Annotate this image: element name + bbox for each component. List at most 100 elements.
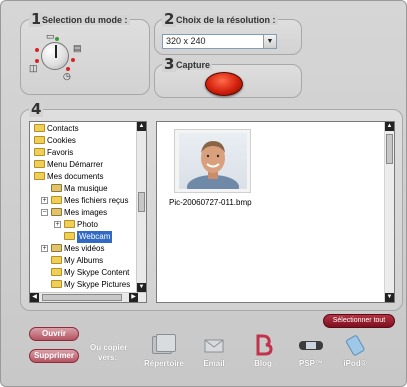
- scroll-up-icon[interactable]: ▲: [137, 122, 146, 131]
- collapse-icon[interactable]: −: [41, 209, 48, 216]
- copy-to-email-button[interactable]: Email: [189, 334, 239, 368]
- folder-tree-list: Contacts Cookies Favoris Menu Démarrer M…: [30, 122, 137, 292]
- capture-title: Capture: [174, 60, 213, 70]
- copy-to-ipod-button[interactable]: iPod®: [330, 334, 380, 368]
- scroll-thumb[interactable]: [386, 134, 393, 164]
- folder-open-icon: [64, 232, 75, 240]
- copy-to-label: Ou copier vers:: [84, 343, 144, 363]
- music-folder-icon: [51, 184, 62, 192]
- folder-tree[interactable]: Contacts Cookies Favoris Menu Démarrer M…: [29, 121, 147, 303]
- scroll-right-icon[interactable]: ▶: [129, 293, 138, 302]
- tree-item-label: Menu Démarrer: [47, 160, 104, 169]
- thumbnail-filename: Pic-20060727-011.bmp: [169, 198, 252, 207]
- expand-icon[interactable]: +: [54, 221, 61, 228]
- resolution-value: 320 x 240: [166, 36, 206, 46]
- copy-to-label-line2: vers:: [98, 353, 118, 362]
- tree-item-label: Favoris: [47, 148, 74, 157]
- folder-icon: [34, 124, 45, 132]
- tree-item-label: Mes vidéos: [64, 244, 105, 253]
- dial-marker: [66, 67, 70, 71]
- dropdown-arrow-icon[interactable]: ▼: [263, 35, 276, 48]
- destination-label: Blog: [254, 359, 272, 368]
- destination-label: PSP™: [298, 359, 323, 368]
- tree-item-label: Ma musique: [64, 184, 108, 193]
- tree-horizontal-scrollbar[interactable]: ◀ ▶: [30, 292, 146, 302]
- folder-stack-icon: [152, 334, 176, 356]
- tree-item[interactable]: Contacts: [34, 123, 79, 135]
- folder-icon: [51, 268, 62, 276]
- folder-icon: [51, 196, 62, 204]
- scroll-left-icon[interactable]: ◀: [30, 293, 39, 302]
- expand-icon[interactable]: +: [41, 197, 48, 204]
- folder-icon: [64, 220, 75, 228]
- photo: [179, 133, 247, 189]
- image-preview-pane[interactable]: Pic-20060727-011.bmp ▲ ▼: [156, 121, 395, 303]
- blog-icon: [252, 334, 274, 356]
- tree-item[interactable]: My Skype Content: [51, 267, 129, 279]
- step-4-number: 4: [29, 100, 44, 118]
- tree-item[interactable]: My Albums: [51, 255, 103, 267]
- dial-marker: [71, 58, 75, 62]
- scroll-down-icon[interactable]: ▼: [385, 293, 394, 302]
- capture-button[interactable]: [205, 72, 243, 96]
- scroll-up-icon[interactable]: ▲: [385, 122, 394, 131]
- tree-item[interactable]: Mes images: [51, 207, 107, 219]
- tree-item-label: Contacts: [47, 124, 79, 133]
- tree-item[interactable]: Mes vidéos: [51, 243, 104, 255]
- webcam-capture-window: 1 Selection du mode : ▭ ▤ ◫ ◷ 2 Choix de…: [0, 0, 407, 387]
- dial-knob[interactable]: [41, 42, 69, 70]
- scroll-thumb[interactable]: [138, 192, 145, 212]
- destination-label: Email: [203, 359, 225, 368]
- dial-marker: [35, 59, 39, 63]
- tree-item[interactable]: Ma musique: [51, 183, 108, 195]
- dial-marker: [35, 48, 39, 52]
- tree-vertical-scrollbar[interactable]: ▲ ▼: [136, 122, 146, 292]
- person-photo: [187, 141, 239, 189]
- preview-vertical-scrollbar[interactable]: ▲ ▼: [384, 122, 394, 302]
- tree-item[interactable]: Photo: [64, 219, 98, 231]
- ipod-icon: [344, 334, 366, 356]
- tree-item-label: Cookies: [47, 136, 76, 145]
- copy-to-label-line1: Ou copier: [90, 343, 128, 352]
- dial-marker: [55, 37, 59, 41]
- destination-label: iPod®: [343, 359, 367, 368]
- folder-icon: [34, 148, 45, 156]
- folder-icon: [51, 280, 62, 288]
- tree-item-label: Mes images: [64, 208, 108, 217]
- photo-mode-icon: ◫: [29, 63, 38, 73]
- tree-item[interactable]: Mes fichiers reçus: [51, 195, 128, 207]
- burst-mode-icon: ▤: [73, 43, 82, 53]
- resolution-title: Choix de la résolution :: [174, 15, 278, 25]
- copy-to-psp-button[interactable]: PSP™: [286, 334, 336, 368]
- copy-to-blog-button[interactable]: Blog: [238, 334, 288, 368]
- mode-title: Selection du mode :: [40, 15, 130, 25]
- tree-item-label: Photo: [77, 220, 98, 229]
- resolution-select[interactable]: 320 x 240 ▼: [162, 34, 277, 49]
- tree-item-label: Webcam: [77, 231, 113, 243]
- scroll-down-icon[interactable]: ▼: [137, 283, 146, 292]
- image-thumbnail[interactable]: [174, 129, 251, 193]
- delete-button[interactable]: Supprimer: [29, 349, 79, 363]
- copy-to-folder-button[interactable]: Répertoire: [139, 334, 189, 368]
- folder-icon: [51, 256, 62, 264]
- mode-dial[interactable]: ▭ ▤ ◫ ◷: [27, 31, 87, 84]
- tree-item[interactable]: My Skype Pictures: [51, 279, 130, 291]
- select-all-button[interactable]: Sélectionner tout: [323, 314, 395, 328]
- tree-item-label: My Albums: [64, 256, 104, 265]
- tree-item-selected[interactable]: Webcam: [64, 231, 113, 243]
- timer-mode-icon: ◷: [63, 71, 71, 81]
- tree-item[interactable]: Mes documents: [34, 171, 103, 183]
- expand-icon[interactable]: +: [41, 245, 48, 252]
- tree-item[interactable]: Favoris: [34, 147, 73, 159]
- tree-item-label: My Skype Pictures: [64, 280, 131, 289]
- tree-item[interactable]: Cookies: [34, 135, 76, 147]
- folder-icon: [34, 136, 45, 144]
- scroll-thumb[interactable]: [42, 294, 122, 301]
- envelope-icon: [203, 334, 225, 356]
- video-mode-icon: ▭: [46, 31, 55, 41]
- tree-item[interactable]: Menu Démarrer: [34, 159, 103, 171]
- tree-item-label: Mes fichiers reçus: [64, 196, 129, 205]
- open-button[interactable]: Ouvrir: [29, 327, 79, 341]
- destination-label: Répertoire: [143, 359, 184, 368]
- pictures-folder-icon: [51, 208, 62, 216]
